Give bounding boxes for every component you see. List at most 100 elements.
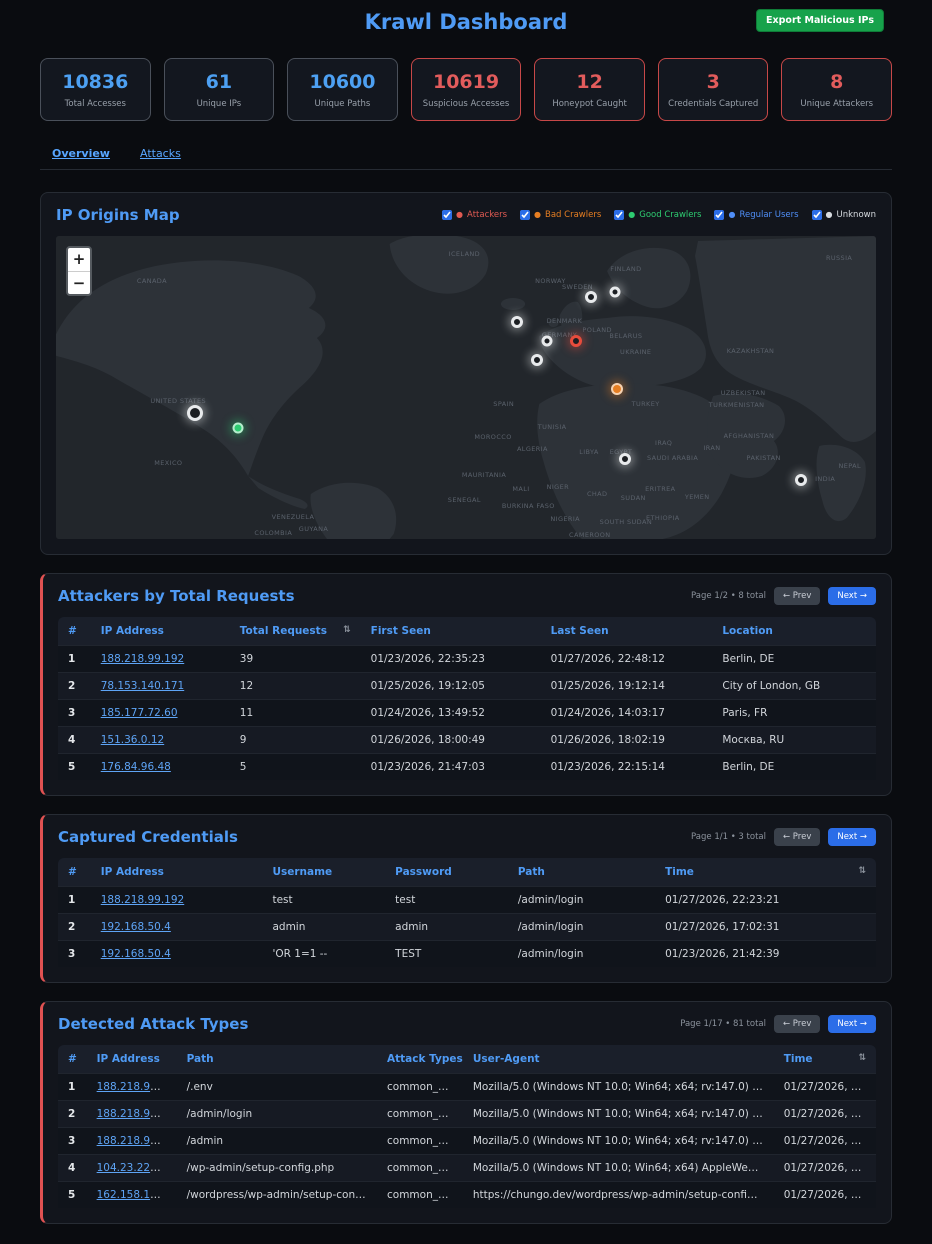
table-cell: 01/26/2026, 18:00:49 [361,727,541,754]
table-row: 2188.218.99.192/admin/logincommon_probes… [58,1101,876,1128]
stat-value: 10600 [292,71,393,93]
ip-link[interactable]: 185.177.72.60 [101,707,178,719]
sort-icon[interactable]: ⇅ [343,625,351,635]
row-number: 5 [58,754,91,781]
column-header[interactable]: IP Address [87,1045,177,1074]
ip-link[interactable]: 162.158.182.104 [97,1189,177,1201]
table-cell: 11 [230,700,361,727]
attackers-panel: Attackers by Total Requests Page 1/2 • 8… [40,573,892,796]
export-malicious-ips-button[interactable]: Export Malicious IPs [756,9,884,32]
column-header[interactable]: Time⇅ [774,1045,876,1074]
ip-link[interactable]: 192.168.50.4 [101,948,171,960]
table-cell: common_probes [377,1074,463,1101]
column-header[interactable]: Attack Types [377,1045,463,1074]
ip-link[interactable]: 192.168.50.4 [101,921,171,933]
column-header[interactable]: # [58,617,91,646]
map-marker[interactable] [511,316,523,328]
table-cell: 01/23/2026, 22:15:14 [541,754,713,781]
table-cell: 01/27/2026, 22:22:54 [774,1128,876,1155]
map-marker[interactable] [610,287,621,298]
table-row: 278.153.140.1711201/25/2026, 19:12:0501/… [58,673,876,700]
column-header[interactable]: Password [385,858,508,887]
map-marker[interactable] [187,405,203,421]
legend-item[interactable]: ●Regular Users [714,210,798,220]
ip-link[interactable]: 78.153.140.171 [101,680,185,692]
legend-checkbox[interactable] [442,210,452,220]
stat-card: 8Unique Attackers [781,58,892,121]
map-marker[interactable] [619,453,631,465]
legend-checkbox[interactable] [714,210,724,220]
column-header[interactable]: Total Requests⇅ [230,617,361,646]
attackers-panel-title: Attackers by Total Requests [58,587,295,605]
column-header[interactable]: First Seen [361,617,541,646]
map-marker[interactable] [542,335,553,346]
ip-cell: 192.168.50.4 [91,914,263,941]
next-button[interactable]: Next → [828,1015,876,1033]
column-header[interactable]: Path [508,858,655,887]
table-cell: 01/25/2026, 19:12:05 [361,673,541,700]
attack-types-panel-title: Detected Attack Types [58,1015,248,1033]
column-header[interactable]: Time⇅ [655,858,876,887]
prev-button[interactable]: ← Prev [774,587,820,605]
ip-link[interactable]: 188.218.99.192 [101,653,185,665]
table-cell: /admin/login [508,941,655,968]
zoom-in-button[interactable]: + [68,248,90,271]
tab-overview[interactable]: Overview [52,147,110,160]
table-cell: 01/25/2026, 19:12:14 [541,673,713,700]
legend-label: Regular Users [739,210,798,220]
column-header[interactable]: IP Address [91,858,263,887]
column-header[interactable]: Last Seen [541,617,713,646]
legend-item[interactable]: ●Unknown [812,210,876,220]
map-canvas[interactable]: + − CANADAICELANDNORWAYSWEDENFINLANDRUSS… [56,236,876,539]
prev-button[interactable]: ← Prev [774,828,820,846]
column-header[interactable]: # [58,1045,87,1074]
map-marker[interactable] [795,474,807,486]
column-header[interactable]: IP Address [91,617,230,646]
table-cell: https://chungo.dev/wordpress/wp-admin/se… [463,1182,774,1209]
legend-item[interactable]: ●Attackers [442,210,507,220]
ip-link[interactable]: 188.218.99.192 [97,1135,177,1147]
legend-checkbox[interactable] [520,210,530,220]
table-cell: admin [385,914,508,941]
next-button[interactable]: Next → [828,587,876,605]
ip-link[interactable]: 188.218.99.192 [97,1081,177,1093]
map-marker[interactable] [570,335,582,347]
map-marker[interactable] [585,291,597,303]
map-marker[interactable] [611,383,623,395]
table-cell: 01/24/2026, 14:03:17 [541,700,713,727]
map-marker[interactable] [233,423,244,434]
column-header[interactable]: Username [262,858,385,887]
sort-icon[interactable]: ⇅ [858,866,866,876]
ip-link[interactable]: 176.84.96.48 [101,761,171,773]
stat-label: Suspicious Accesses [416,99,517,109]
ip-link[interactable]: 188.218.99.192 [101,894,185,906]
table-cell: 01/27/2026, 22:23:21 [655,887,876,914]
legend-item[interactable]: ●Good Crawlers [614,210,701,220]
sort-icon[interactable]: ⇅ [858,1053,866,1063]
map-marker[interactable] [531,354,543,366]
tab-attacks[interactable]: Attacks [140,147,181,160]
column-header[interactable]: Location [712,617,876,646]
legend-item[interactable]: ●Bad Crawlers [520,210,601,220]
ip-cell: 176.84.96.48 [91,754,230,781]
table-cell: 01/27/2026, 22:48:12 [541,646,713,673]
table-cell: 01/27/2026, 22:26:11 [774,1074,876,1101]
table-cell: Berlin, DE [712,754,876,781]
ip-link[interactable]: 104.23.223.128 [97,1162,177,1174]
legend-label: Attackers [467,210,507,220]
stat-card: 10619Suspicious Accesses [411,58,522,121]
next-button[interactable]: Next → [828,828,876,846]
column-header[interactable]: # [58,858,91,887]
prev-button[interactable]: ← Prev [774,1015,820,1033]
table-cell: /.env [177,1074,377,1101]
column-header[interactable]: User-Agent [463,1045,774,1074]
table-cell: common_probes [377,1101,463,1128]
table-row: 1188.218.99.192testtest/admin/login01/27… [58,887,876,914]
ip-link[interactable]: 188.218.99.192 [97,1108,177,1120]
legend-checkbox[interactable] [812,210,822,220]
table-row: 3192.168.50.4'OR 1=1 --TEST/admin/login0… [58,941,876,968]
zoom-out-button[interactable]: − [68,271,90,294]
legend-checkbox[interactable] [614,210,624,220]
column-header[interactable]: Path [177,1045,377,1074]
ip-link[interactable]: 151.36.0.12 [101,734,164,746]
